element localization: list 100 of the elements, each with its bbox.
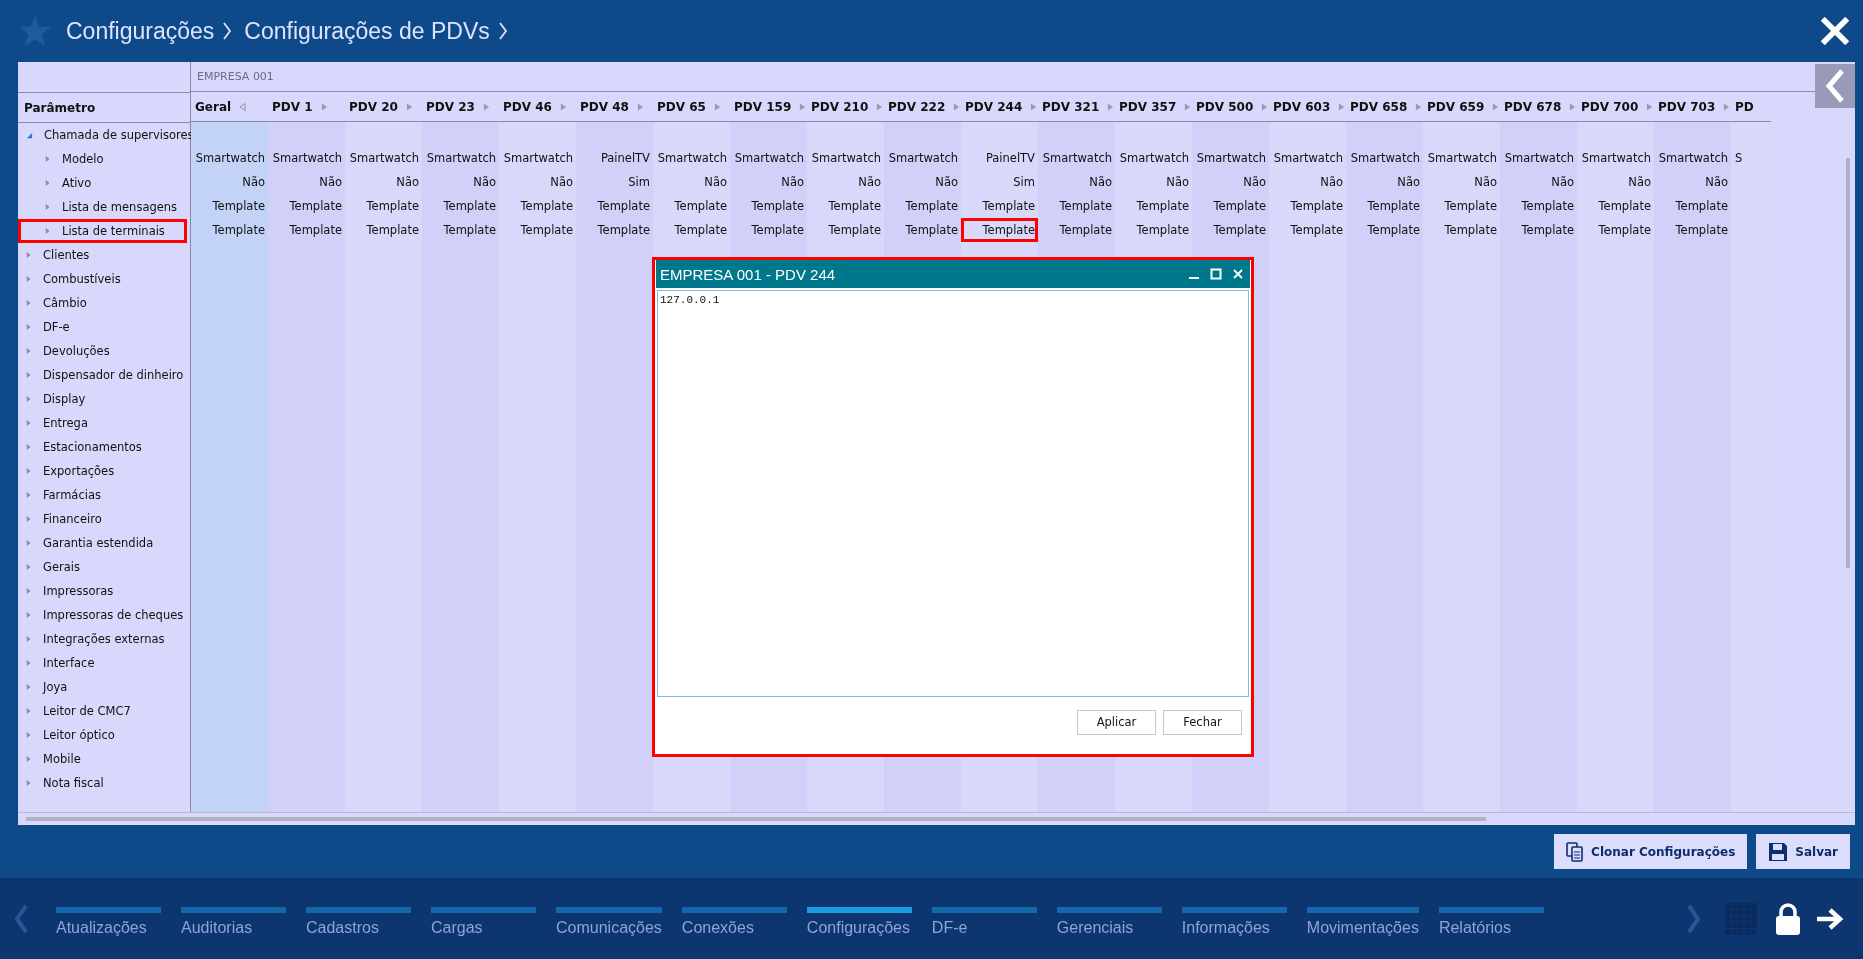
table-cell[interactable]: Template <box>1577 218 1654 242</box>
table-cell[interactable]: Template <box>345 194 422 218</box>
table-cell[interactable]: Sim <box>961 170 1038 194</box>
arrow-right-icon[interactable] <box>1815 906 1845 931</box>
tree-item[interactable]: Gerais <box>18 555 190 579</box>
collapse-panel-button[interactable] <box>1815 64 1855 108</box>
tree-item[interactable]: Financeiro <box>18 507 190 531</box>
table-cell[interactable]: Não <box>422 170 499 194</box>
table-cell[interactable]: Template <box>1269 194 1346 218</box>
tree-item[interactable]: Modelo <box>18 147 187 171</box>
collapsed-triangle-icon[interactable] <box>26 779 32 787</box>
text-area[interactable]: 127.0.0.1 <box>657 290 1249 697</box>
tree-item[interactable]: Mobile <box>18 747 190 771</box>
tree-item[interactable]: Lista de mensagens <box>18 195 187 219</box>
table-cell[interactable]: Não <box>191 170 268 194</box>
table-cell[interactable]: Template <box>268 194 345 218</box>
table-cell[interactable]: Não <box>1500 170 1577 194</box>
nav-tab[interactable]: Auditorias <box>181 906 286 937</box>
table-cell[interactable]: Smartwatch <box>653 146 730 170</box>
column-label[interactable]: PDV 210 <box>811 99 869 114</box>
table-cell[interactable]: Template <box>730 194 807 218</box>
table-cell[interactable]: Template <box>807 218 884 242</box>
chevron-left-icon[interactable] <box>14 903 28 934</box>
column-label[interactable]: PDV 20 <box>349 99 398 114</box>
table-cell[interactable]: Template <box>653 194 730 218</box>
table-cell[interactable]: Template <box>1654 218 1731 242</box>
table-cell[interactable]: Smartwatch <box>807 146 884 170</box>
collapsed-triangle-icon[interactable] <box>26 755 32 763</box>
table-cell[interactable]: Template <box>1038 194 1115 218</box>
table-cell[interactable]: Smartwatch <box>268 146 345 170</box>
table-cell[interactable]: Não <box>807 170 884 194</box>
table-cell[interactable]: Template <box>1192 218 1269 242</box>
table-cell[interactable]: Smartwatch <box>345 146 422 170</box>
maximize-icon[interactable] <box>1210 268 1222 280</box>
table-cell[interactable]: Template <box>1115 194 1192 218</box>
collapsed-triangle-icon[interactable] <box>26 299 32 307</box>
right-triangle-icon[interactable] <box>713 101 721 112</box>
table-cell[interactable]: Não <box>1038 170 1115 194</box>
table-cell[interactable]: Smartwatch <box>1500 146 1577 170</box>
table-cell[interactable]: Não <box>884 170 961 194</box>
table-cell[interactable]: Template <box>1577 194 1654 218</box>
table-cell[interactable]: Template <box>499 194 576 218</box>
table-cell[interactable]: Template <box>576 194 653 218</box>
table-cell[interactable]: Não <box>1192 170 1269 194</box>
table-cell[interactable]: Template <box>1423 194 1500 218</box>
collapsed-triangle-icon[interactable] <box>26 371 32 379</box>
right-triangle-icon[interactable] <box>1030 101 1038 112</box>
close-icon[interactable] <box>1821 17 1849 45</box>
table-cell[interactable]: Template <box>345 218 422 242</box>
collapsed-triangle-icon[interactable] <box>26 275 32 283</box>
table-cell[interactable]: Template <box>1500 218 1577 242</box>
tree-item[interactable]: DF-e <box>18 315 190 339</box>
column-label[interactable]: PDV 603 <box>1273 99 1331 114</box>
table-cell[interactable]: Template <box>884 194 961 218</box>
collapsed-triangle-icon[interactable] <box>26 731 32 739</box>
tree-item[interactable]: Câmbio <box>18 291 190 315</box>
table-cell[interactable]: Smartwatch <box>1346 146 1423 170</box>
table-cell[interactable]: Não <box>499 170 576 194</box>
chevron-right-icon[interactable] <box>1687 903 1701 934</box>
close-icon[interactable] <box>1232 268 1244 280</box>
table-cell[interactable]: Template <box>1346 218 1423 242</box>
breadcrumb-item[interactable]: Configurações <box>66 17 215 45</box>
tree-item[interactable]: Impressoras de cheques <box>18 603 190 627</box>
table-cell[interactable]: Template <box>961 218 1038 242</box>
table-cell[interactable]: Template <box>576 218 653 242</box>
table-cell[interactable]: Template <box>1038 218 1115 242</box>
table-cell[interactable]: Template <box>1269 218 1346 242</box>
table-cell[interactable]: Template <box>1423 218 1500 242</box>
left-triangle-icon[interactable] <box>239 101 247 112</box>
table-cell[interactable]: Smartwatch <box>422 146 499 170</box>
collapsed-triangle-icon[interactable] <box>26 587 32 595</box>
table-cell[interactable]: Template <box>1115 218 1192 242</box>
column-label[interactable]: PDV 46 <box>503 99 552 114</box>
collapsed-triangle-icon[interactable] <box>26 659 32 667</box>
table-cell[interactable]: Smartwatch <box>1269 146 1346 170</box>
table-cell[interactable]: Smartwatch <box>191 146 268 170</box>
table-cell[interactable]: Template <box>1654 194 1731 218</box>
collapsed-triangle-icon[interactable] <box>26 323 32 331</box>
action-button[interactable]: Salvar <box>1756 834 1850 869</box>
right-triangle-icon[interactable] <box>953 101 961 112</box>
breadcrumb-item[interactable]: Configurações de PDVs <box>244 17 490 45</box>
nav-tab[interactable]: Configurações <box>806 906 912 937</box>
column-label[interactable]: PDV 65 <box>657 99 706 114</box>
table-cell[interactable]: Smartwatch <box>1577 146 1654 170</box>
table-cell[interactable]: Template <box>1346 194 1423 218</box>
collapsed-triangle-icon[interactable] <box>45 203 51 211</box>
table-cell[interactable]: Template <box>422 194 499 218</box>
tree-item[interactable]: Exportações <box>18 459 190 483</box>
table-cell[interactable]: Smartwatch <box>1115 146 1192 170</box>
right-triangle-icon[interactable] <box>1492 101 1500 112</box>
tree-item[interactable]: Devoluções <box>18 339 190 363</box>
right-triangle-icon[interactable] <box>1723 101 1731 112</box>
collapsed-triangle-icon[interactable] <box>26 347 32 355</box>
collapsed-triangle-icon[interactable] <box>26 563 32 571</box>
nav-tab[interactable]: Gerenciais <box>1056 906 1162 937</box>
nav-tab[interactable]: Atualizações <box>56 906 161 937</box>
right-triangle-icon[interactable] <box>636 101 644 112</box>
right-triangle-icon[interactable] <box>1415 101 1423 112</box>
collapsed-triangle-icon[interactable] <box>26 539 32 547</box>
table-cell[interactable]: Smartwatch <box>1192 146 1269 170</box>
